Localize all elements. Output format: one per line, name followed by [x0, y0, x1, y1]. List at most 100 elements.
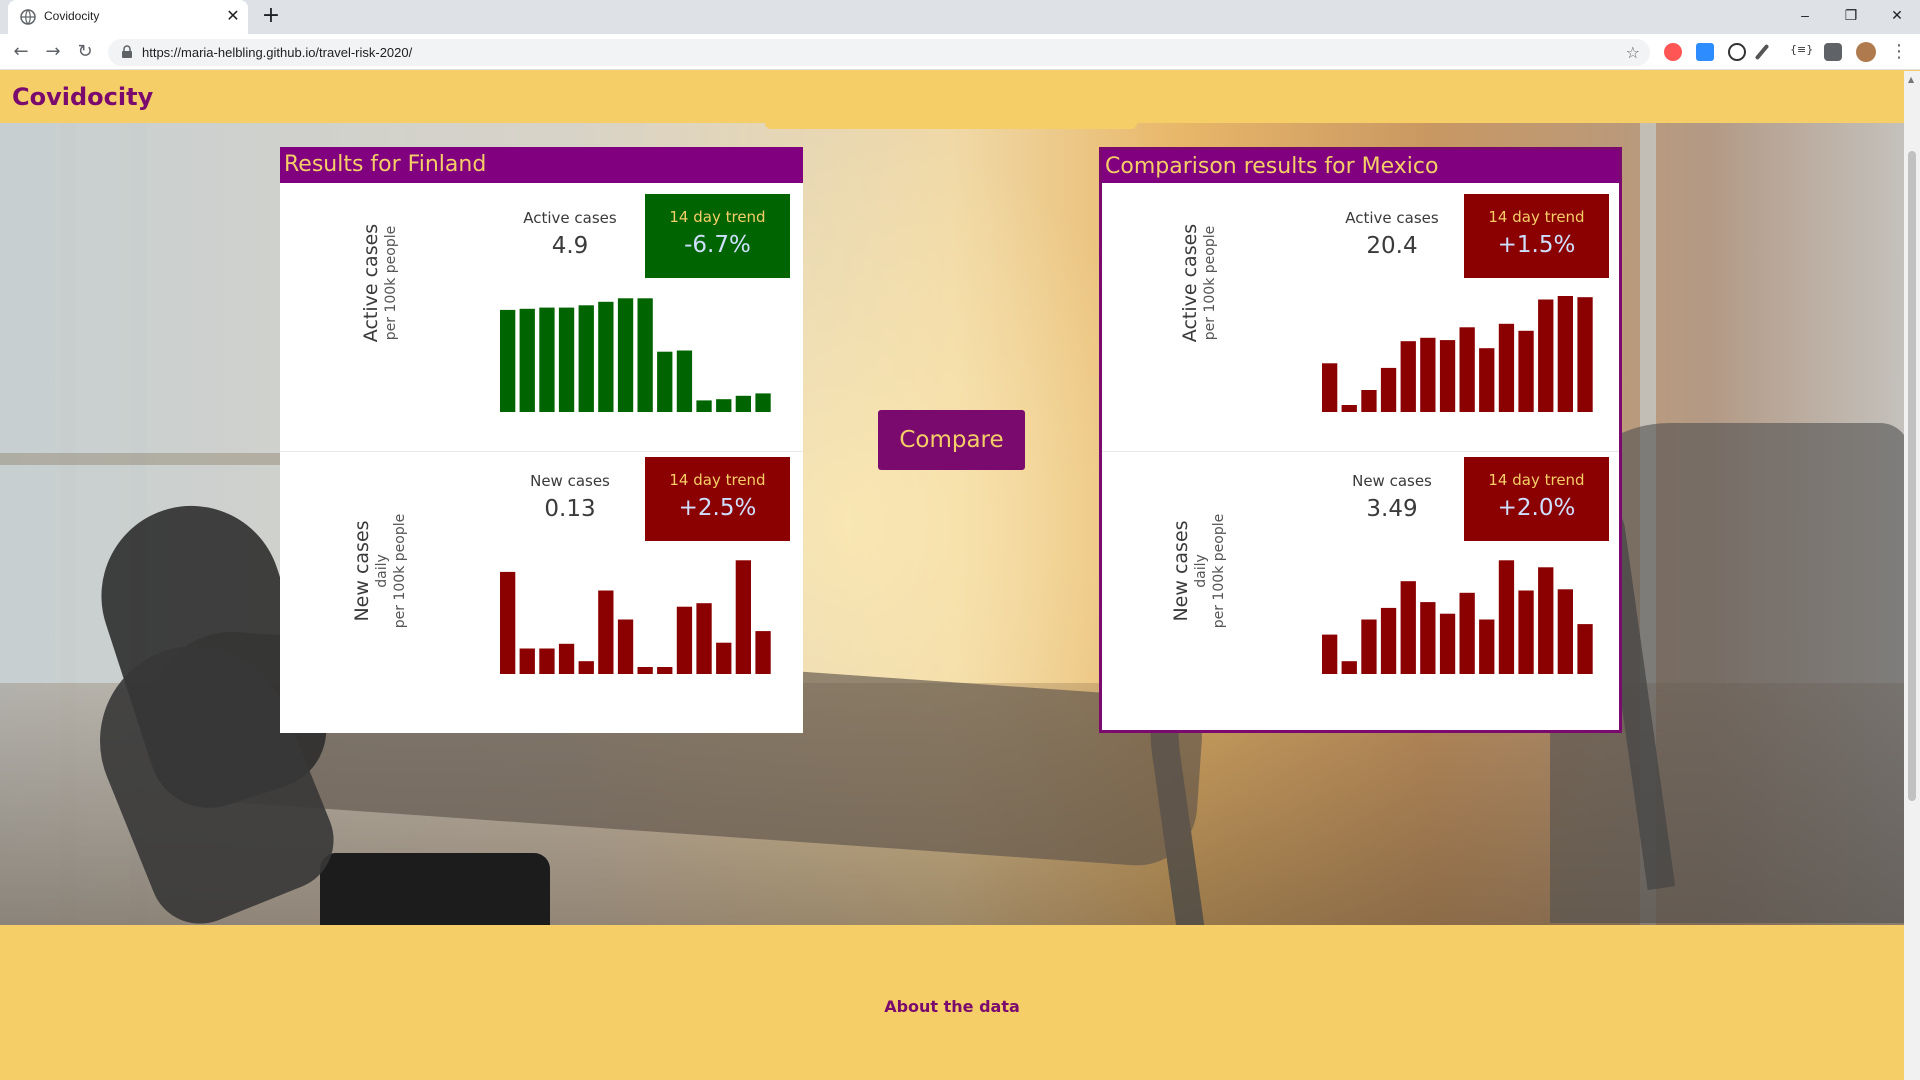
chart-bar — [1361, 619, 1377, 674]
zoom-extension-icon[interactable] — [1696, 43, 1714, 61]
chart-bar — [617, 619, 634, 674]
new-cases-label: New cases — [1352, 472, 1432, 490]
active-cases-label: Active cases — [1345, 209, 1439, 227]
about-the-data-link[interactable]: About the data — [0, 997, 1904, 1016]
new-cases-section: New cases daily per 100k people New case… — [1102, 452, 1619, 720]
chart-bar — [696, 400, 712, 412]
search-panel-edge — [765, 123, 1137, 129]
puzzle-extensions-icon[interactable] — [1824, 43, 1842, 61]
chart-bar — [735, 560, 751, 674]
footer: About the data — [0, 925, 1904, 1080]
minimize-button[interactable]: – — [1782, 0, 1828, 30]
chart-bar — [1498, 323, 1515, 412]
chart-bar — [657, 667, 673, 674]
back-icon[interactable]: ← — [10, 41, 32, 63]
trend-label: 14 day trend — [669, 208, 766, 226]
chart-bar — [1479, 348, 1495, 412]
address-bar[interactable]: https://maria-helbling.github.io/travel-… — [108, 39, 1650, 66]
chart-bar — [558, 643, 575, 674]
new-cases-chart — [1322, 560, 1593, 674]
profile-avatar[interactable] — [1856, 42, 1876, 62]
url-text[interactable]: https://maria-helbling.github.io/travel-… — [142, 45, 412, 60]
chart-bar — [696, 603, 712, 674]
new-tab-button[interactable]: + — [258, 4, 284, 30]
active-axis-label: Active cases per 100k people — [1179, 223, 1218, 343]
chart-bar — [1322, 634, 1338, 674]
chart-bar — [1557, 589, 1573, 674]
active-cases-chart — [500, 298, 771, 412]
chart-bar — [735, 395, 751, 412]
chart-bar — [1439, 613, 1456, 674]
chart-bar — [755, 631, 771, 674]
chart-bar — [617, 298, 634, 412]
new-trend-box: 14 day trend +2.0% — [1464, 457, 1609, 541]
browser-tab[interactable]: Covidocity ✕ — [8, 0, 248, 34]
trend-value: +2.0% — [1497, 495, 1576, 521]
chart-bar — [657, 351, 673, 412]
chart-bar — [1341, 661, 1357, 674]
active-cases-label: Active cases — [523, 209, 617, 227]
active-cases-chart — [1322, 296, 1593, 412]
chart-bar — [1518, 330, 1534, 412]
chart-bar — [1557, 296, 1573, 412]
scroll-up-arrow-icon[interactable]: ▲ — [1908, 75, 1914, 84]
chart-bar — [519, 308, 535, 412]
chart-bar — [1538, 567, 1554, 674]
reload-icon[interactable]: ↻ — [74, 41, 96, 63]
chart-bar — [637, 298, 653, 412]
lock-icon — [122, 45, 132, 58]
results-card-mexico: Comparison results for Mexico Active cas… — [1099, 147, 1622, 733]
chart-bar — [1577, 624, 1593, 674]
new-trend-box: 14 day trend +2.5% — [645, 457, 790, 541]
chart-bar — [1479, 619, 1495, 674]
bookmark-star-icon[interactable]: ☆ — [1626, 43, 1640, 62]
trend-label: 14 day trend — [1488, 208, 1585, 226]
active-cases-value: 4.9 — [551, 233, 589, 259]
chart-bar — [676, 606, 693, 674]
close-tab-icon[interactable]: ✕ — [224, 7, 242, 25]
new-cases-value: 0.13 — [544, 496, 596, 522]
chart-bar — [676, 350, 693, 412]
new-cases-chart — [500, 560, 771, 674]
active-cases-value: 20.4 — [1366, 233, 1418, 259]
compare-button[interactable]: Compare — [878, 410, 1025, 470]
chart-bar — [716, 399, 732, 412]
close-window-button[interactable]: ✕ — [1874, 0, 1920, 30]
chart-bar — [1380, 607, 1397, 674]
chart-bar — [500, 571, 516, 674]
chart-bar — [716, 642, 732, 674]
json-extension-icon[interactable]: {≡} — [1790, 43, 1813, 61]
chart-bar — [1420, 602, 1436, 674]
active-trend-box: 14 day trend +1.5% — [1464, 194, 1609, 278]
trend-value: -6.7% — [684, 232, 751, 258]
scroll-thumb[interactable] — [1908, 151, 1916, 801]
chart-bar — [1400, 581, 1416, 674]
navbar: Covidocity — [0, 71, 1904, 123]
browser-toolbar: ← → ↻ https://maria-helbling.github.io/t… — [0, 34, 1920, 70]
chart-bar — [1538, 299, 1554, 412]
chart-bar — [598, 301, 614, 412]
new-axis-label: New cases daily per 100k people — [1170, 513, 1227, 629]
forward-icon[interactable]: → — [42, 41, 64, 63]
browser-menu-icon[interactable]: ⋮ — [1888, 41, 1910, 63]
search-extension-icon[interactable] — [1728, 43, 1746, 61]
chart-bar — [1361, 390, 1377, 412]
new-cases-section: New cases daily per 100k people New case… — [280, 452, 803, 720]
restore-button[interactable]: ❐ — [1828, 0, 1874, 30]
extension-icon[interactable] — [1664, 43, 1682, 61]
chart-bar — [1400, 341, 1416, 412]
chart-bar — [1459, 327, 1475, 412]
hero-section: Results for Finland Active cases per 100… — [0, 123, 1904, 925]
card-title: Comparison results for Mexico — [1102, 150, 1619, 183]
brand-logo[interactable]: Covidocity — [12, 83, 153, 111]
new-cases-value: 3.49 — [1366, 496, 1418, 522]
page-scrollbar[interactable]: ▲ — [1904, 71, 1920, 1080]
eyedropper-icon[interactable] — [1754, 43, 1770, 61]
chart-bar — [1322, 363, 1338, 412]
chart-bar — [755, 393, 771, 412]
trend-value: +2.5% — [678, 495, 757, 521]
active-cases-section: Active cases per 100k people Active case… — [280, 183, 803, 451]
chart-bar — [1380, 367, 1397, 412]
chart-bar — [578, 305, 594, 412]
chart-bar — [1420, 337, 1436, 412]
